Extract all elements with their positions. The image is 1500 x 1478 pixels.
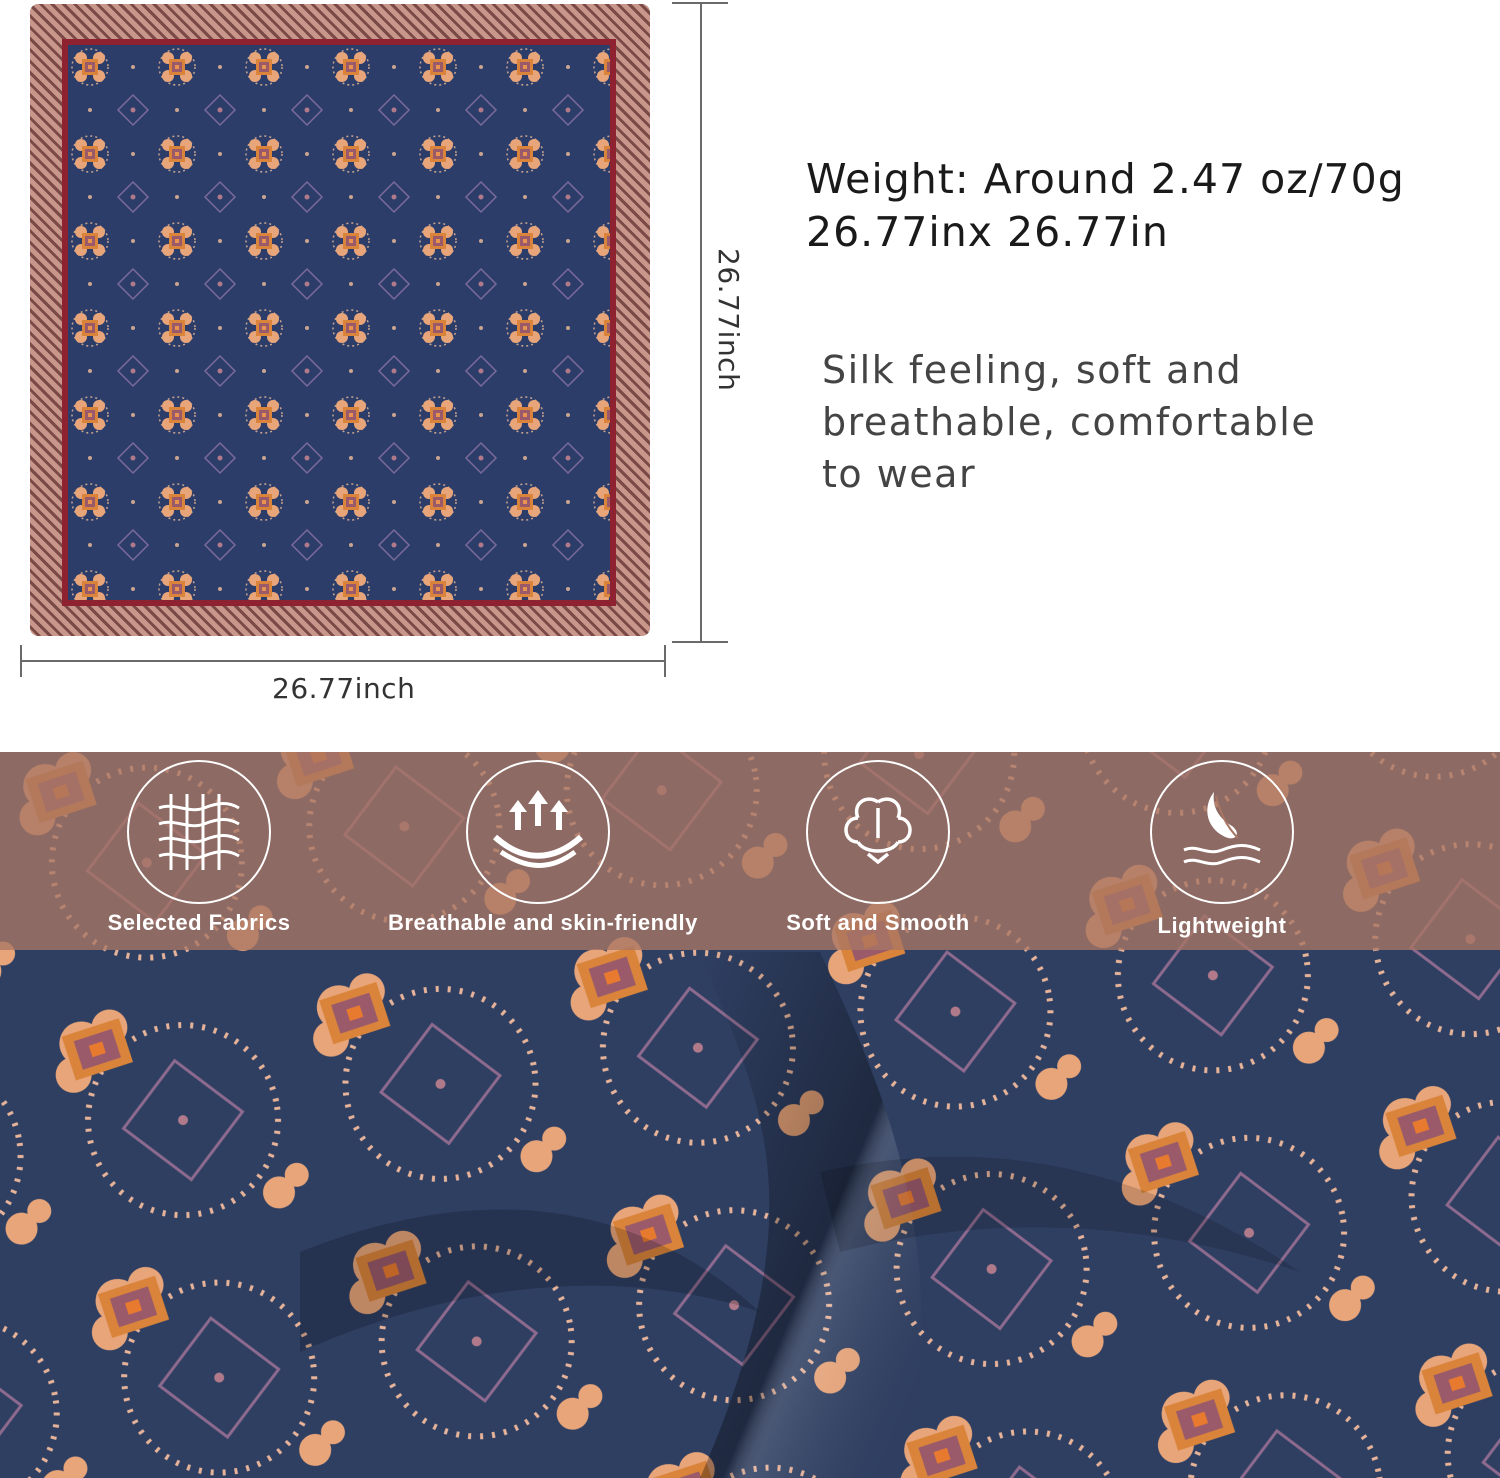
weight-spec: Weight: Around 2.47 oz/70g: [806, 155, 1405, 203]
width-dimension-cap-right: [664, 645, 666, 677]
feather-icon: [1150, 760, 1294, 904]
feature-breathable: Breathable and skin-friendly: [388, 760, 698, 936]
feature-label: Breathable and skin-friendly: [388, 910, 698, 935]
breathable-arrows-icon: [466, 760, 610, 904]
height-label: 26.77inch: [712, 248, 745, 392]
material-description: Silk feeling, soft and breathable, comfo…: [822, 344, 1442, 500]
description-line-2: breathable, comfortable: [822, 400, 1317, 444]
scarf-pattern: [62, 39, 616, 606]
width-dimension-cap-left: [20, 645, 22, 677]
size-spec: 26.77inx 26.77in: [806, 208, 1169, 256]
width-dimension-line: [20, 660, 665, 662]
feature-selected-fabrics: Selected Fabrics: [49, 760, 349, 936]
feature-soft-smooth: Soft and Smooth: [728, 760, 1028, 936]
width-label: 26.77inch: [272, 672, 416, 705]
cotton-boll-icon: [806, 760, 950, 904]
description-line-3: to wear: [822, 452, 977, 496]
height-dimension-cap-top: [672, 2, 728, 4]
feature-label: Lightweight: [1157, 913, 1287, 938]
scarf-image: [30, 4, 650, 636]
feature-label: Selected Fabrics: [107, 910, 291, 935]
height-dimension-cap-bottom: [672, 641, 728, 643]
feature-label: Soft and Smooth: [786, 910, 970, 935]
fabric-weave-icon: [127, 760, 271, 904]
height-dimension-line: [700, 2, 702, 642]
description-line-1: Silk feeling, soft and: [822, 348, 1243, 392]
scarf-motif-grid: [68, 45, 610, 600]
feature-lightweight: Lightweight: [1072, 760, 1372, 939]
